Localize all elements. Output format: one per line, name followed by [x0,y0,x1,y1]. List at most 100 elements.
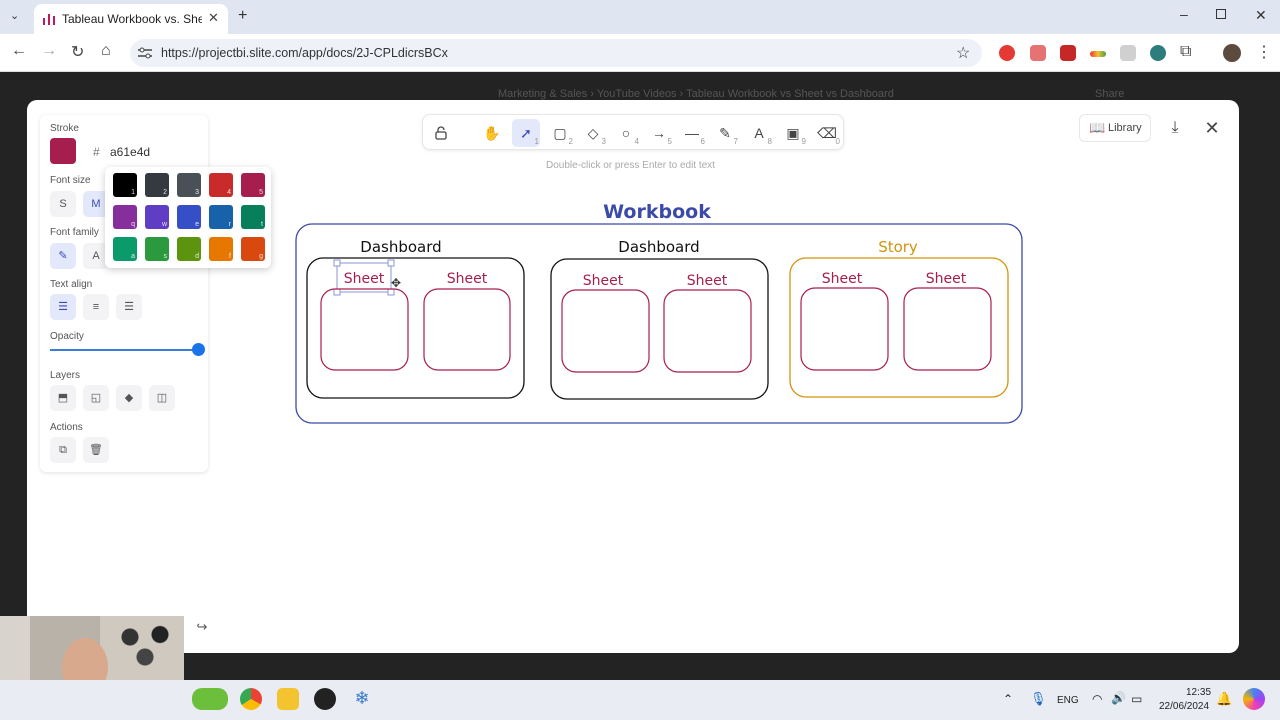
image-icon[interactable]: ▣ 9 [779,119,807,147]
battery-icon[interactable]: ▭ [1131,692,1142,706]
ellipse-icon[interactable]: ○ 4 [612,119,640,147]
color-swatch[interactable]: s [145,237,169,261]
chrome-icon[interactable] [240,688,262,710]
tab-list-chevron-icon[interactable]: ⌄ [10,9,19,22]
stroke-hex-input[interactable]: # a61e4d [86,141,198,163]
bring-to-front-icon[interactable]: ◫ [149,385,175,411]
send-to-back-icon[interactable]: ⬒ [50,385,76,411]
hash-prefix: # [93,145,100,159]
align-left-icon[interactable]: ☰ [50,294,76,320]
back-icon[interactable]: ← [11,42,27,60]
color-swatch-key: a [131,253,135,260]
opacity-label: Opacity [50,331,84,342]
reload-icon[interactable]: ↻ [71,42,84,62]
tab-close-icon[interactable]: ✕ [208,10,219,26]
file-explorer-icon[interactable] [277,688,299,710]
font-family-label: Font family [50,227,99,238]
color-picker-popover: 1 2 3 4 5 q w e r t a s d f g [105,167,271,268]
color-swatch[interactable]: g [241,237,265,261]
delete-icon[interactable]: 🗑 [83,437,109,463]
red-extension-icon[interactable] [1060,45,1076,61]
color-swatch[interactable]: f [209,237,233,261]
eraser-icon[interactable]: ⌫ 0 [813,119,841,147]
color-swatch[interactable]: 2 [145,173,169,197]
color-swatch[interactable]: a [113,237,137,261]
rainbow-extension-icon[interactable] [1090,51,1106,57]
dashboard-2-sheet-1-label: Sheet [583,273,624,289]
align-center-icon[interactable]: ≡ [83,294,109,320]
bring-forward-icon[interactable]: ◆ [116,385,142,411]
lock-icon[interactable] [427,119,455,147]
font-size-small-button[interactable]: S [50,191,76,217]
extensions-puzzle-icon[interactable]: ⧉ [1180,43,1191,61]
tray-chevron-icon[interactable]: ⌃ [1003,692,1013,706]
color-swatch-key: q [131,221,135,228]
bookmark-star-icon[interactable]: ☆ [956,43,970,63]
home-icon[interactable]: ⌂ [101,42,111,60]
duplicate-icon[interactable]: ⧉ [50,437,76,463]
adblock-extension-icon[interactable] [999,45,1015,61]
shield-extension-icon[interactable] [1030,45,1046,61]
selection-handle [333,288,341,296]
restore-icon[interactable] [1216,9,1226,19]
redo-icon[interactable]: ↪ [188,614,216,640]
snowflake-app-icon[interactable]: ❄ [351,688,373,710]
tab-title: Tableau Workbook vs. Sheet vs [62,12,202,26]
color-swatch[interactable]: t [241,205,265,229]
story-label: Story [878,238,918,256]
color-swatch[interactable]: r [209,205,233,229]
diagram-canvas[interactable]: Workbook Dashboard Sheet ✥ Sheet Dashboa… [280,190,1040,440]
select-icon[interactable]: ➚ 1 [512,119,540,147]
globe-extension-icon[interactable] [1150,45,1166,61]
gray-extension-icon[interactable] [1120,45,1136,61]
close-icon[interactable]: ✕ [1198,114,1226,142]
text-align-label: Text align [50,279,93,290]
webcam-masks [118,622,178,672]
wifi-icon[interactable]: ◠ [1092,692,1102,706]
clock-date[interactable]: 22/06/2024 [1159,701,1209,712]
microphone-icon[interactable]: 🎙 [1030,691,1047,707]
text-icon[interactable]: A8 [745,119,773,147]
stroke-color-swatch[interactable] [50,138,76,164]
align-right-icon[interactable]: ☰ [116,294,142,320]
arrow-icon[interactable]: → 5 [645,119,673,147]
address-bar[interactable]: https://projectbi.slite.com/app/docs/2J-… [130,39,982,67]
dashboard-1-frame [306,257,525,399]
rectangle-icon[interactable]: ▢ 2 [546,119,574,147]
toolbar-hint: Double-click or press Enter to edit text [546,160,715,171]
color-swatch[interactable]: 4 [209,173,233,197]
color-swatch[interactable]: 1 [113,173,137,197]
color-swatch[interactable]: 5 [241,173,265,197]
color-swatch[interactable]: d [177,237,201,261]
color-swatch[interactable]: e [177,205,201,229]
browser-menu-icon[interactable]: ⋮ [1256,42,1272,62]
line-icon[interactable]: —6 [678,119,706,147]
diamond-icon[interactable]: ◇ 3 [579,119,607,147]
browser-tab[interactable]: Tableau Workbook vs. Sheet vs ✕ [34,4,228,34]
copilot-icon[interactable] [1243,688,1265,710]
library-button[interactable]: 📖 Library [1079,114,1151,142]
new-tab-icon[interactable]: + [238,7,247,25]
frog-app-icon[interactable] [192,688,228,710]
pencil-icon[interactable]: ✎ 7 [711,119,739,147]
minimize-icon[interactable]: – [1180,6,1188,22]
window-close-icon[interactable]: ✕ [1255,7,1267,24]
forward-icon[interactable]: → [41,42,57,60]
color-swatch-key: 2 [163,189,167,196]
font-hand-drawn-button[interactable]: ✎ [50,243,76,269]
color-swatch[interactable]: q [113,205,137,229]
hand-icon[interactable]: ✋ [478,119,506,147]
profile-avatar[interactable] [1223,44,1241,62]
obs-icon[interactable] [314,688,336,710]
opacity-slider[interactable] [50,343,205,356]
clock-time[interactable]: 12:35 [1186,687,1211,698]
color-swatch[interactable]: 3 [177,173,201,197]
notification-bell-icon[interactable]: 🔔 [1216,691,1232,707]
download-icon[interactable]: ⤓ [1161,114,1189,142]
opacity-knob[interactable] [192,343,205,356]
site-settings-icon[interactable] [138,47,152,59]
color-swatch[interactable]: w [145,205,169,229]
send-backward-icon[interactable]: ◱ [83,385,109,411]
language-indicator[interactable]: ENG [1057,695,1079,706]
volume-icon[interactable]: 🔊 [1111,691,1126,705]
